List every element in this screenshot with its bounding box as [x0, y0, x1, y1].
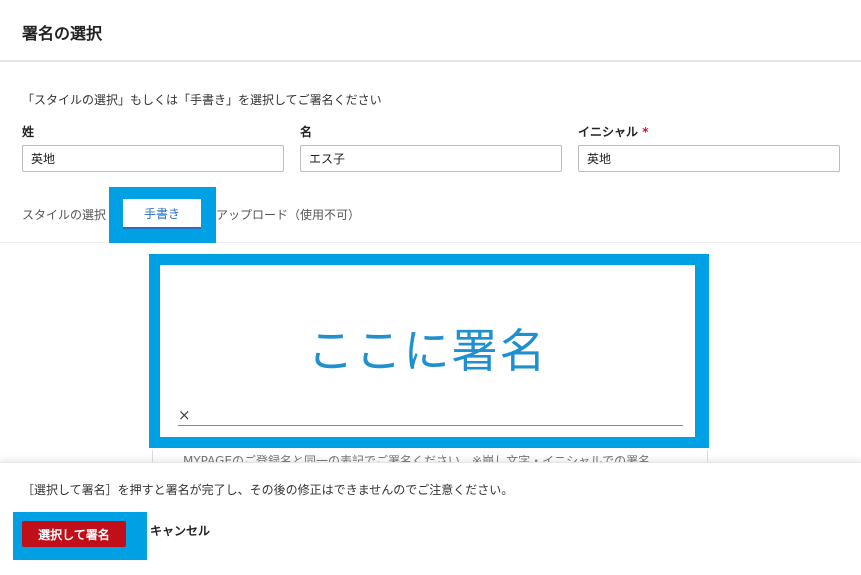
last-name-label: 姓 [22, 125, 35, 139]
dialog-header: 署名の選択 [0, 0, 861, 62]
select-and-sign-button[interactable]: 選択して署名 [22, 521, 126, 547]
tab-upload[interactable]: アップロード（使用不可） [216, 206, 360, 223]
tab-handwriting-highlight: 手書き [109, 187, 216, 243]
tab-handwriting[interactable]: 手書き [123, 199, 201, 229]
close-icon[interactable]: × [178, 406, 191, 424]
tab-style-select[interactable]: スタイルの選択 [22, 206, 106, 223]
signature-pad-highlight: ここに署名 × [149, 254, 709, 448]
footer-note: ［選択して署名］を押すと署名が完了し、その後の修正はできませんのでご注意ください… [22, 483, 514, 497]
required-mark: * [642, 125, 649, 139]
signature-baseline [178, 425, 683, 426]
instruction-text: 「スタイルの選択」もしくは「手書き」を選択してご署名ください [22, 93, 382, 107]
first-name-input[interactable] [300, 145, 562, 172]
signature-note: MYPAGEのご登録名と同一の表記でご署名ください。※崩し文字・イニシャルでの署… [152, 450, 708, 462]
signature-placeholder: ここに署名 [307, 324, 548, 378]
initials-input[interactable] [578, 145, 840, 172]
dialog-title: 署名の選択 [22, 24, 103, 43]
signature-pad[interactable]: ここに署名 × [160, 265, 695, 437]
initials-label: イニシャル * [578, 125, 649, 139]
signature-note-text: MYPAGEのご登録名と同一の表記でご署名ください。※崩し文字・イニシャルでの署… [183, 454, 651, 462]
confirm-button-highlight: 選択して署名 [13, 512, 147, 560]
first-name-label: 名 [300, 125, 313, 139]
cancel-button[interactable]: キャンセル [150, 522, 210, 539]
last-name-input[interactable] [22, 145, 284, 172]
dialog-footer: ［選択して署名］を押すと署名が完了し、その後の修正はできませんのでご注意ください… [0, 462, 861, 575]
